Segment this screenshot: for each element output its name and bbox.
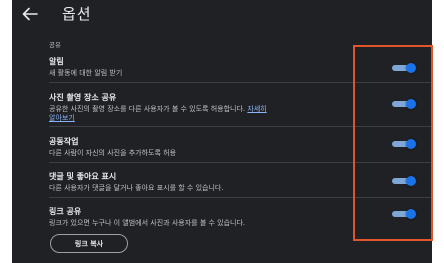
setting-description: 공유한 사진의 촬영 장소를 다른 사용자가 볼 수 있도록 허용합니다. 자세… bbox=[49, 104, 267, 114]
arrow-left-icon[interactable] bbox=[22, 6, 38, 21]
annotation-highlight-box bbox=[353, 45, 433, 241]
learn-more-link[interactable]: 자세히 bbox=[247, 105, 266, 113]
setting-description: 다른 사용자가 댓글을 달거나 좋아요 표시를 할 수 있습니다. bbox=[49, 184, 224, 192]
copy-link-button[interactable]: 링크 복사 bbox=[50, 234, 128, 253]
page-title: 옵션 bbox=[62, 5, 92, 23]
setting-description: 링크가 있으면 누구나 이 앨범에서 사진과 사용자를 볼 수 있습니다. bbox=[49, 219, 246, 227]
section-label: 공유 bbox=[49, 41, 61, 49]
setting-title: 공동작업 bbox=[49, 137, 79, 146]
setting-description: 새 활동에 대한 알림 받기 bbox=[49, 69, 123, 77]
setting-title: 댓글 및 좋아요 표시 bbox=[49, 172, 117, 181]
setting-title: 링크 공유 bbox=[49, 207, 82, 216]
learn-more-link-continued[interactable]: 알아보기 bbox=[49, 113, 75, 123]
setting-title: 알림 bbox=[49, 57, 64, 66]
setting-title: 사진 촬영 장소 공유 bbox=[49, 93, 117, 102]
setting-description-text: 공유한 사진의 촬영 장소를 다른 사용자가 볼 수 있도록 허용합니다. bbox=[49, 105, 246, 113]
top-app-bar: 옵션 bbox=[12, 0, 432, 28]
setting-description: 다른 사람이 자신의 사진을 추가하도록 허용 bbox=[49, 149, 177, 157]
